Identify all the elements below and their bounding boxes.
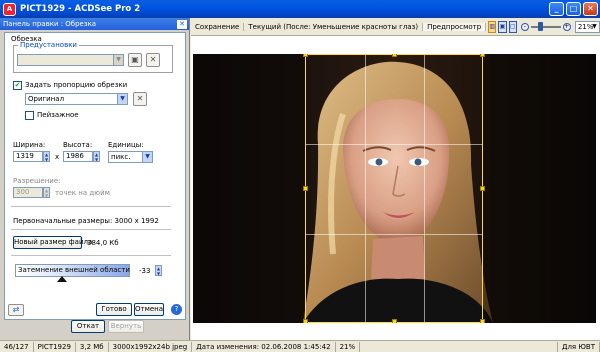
darken-label: Затемнение внешней области: [18, 266, 130, 274]
status-bar: 46/127 PICT1929 3,2 Мб 3000x1992x24b jpe…: [0, 340, 600, 352]
height-input[interactable]: 1986: [63, 151, 93, 162]
grid-line: [306, 144, 482, 145]
chevron-down-icon: ▼: [117, 94, 127, 104]
status-profile: Для ЮВТ: [558, 341, 600, 352]
maximize-button[interactable]: □: [566, 2, 581, 16]
chevron-down-icon: ▼: [592, 22, 597, 30]
width-input[interactable]: 1319: [13, 151, 43, 162]
units-select-value: пикс.: [111, 153, 131, 161]
status-filename: PICT1929: [34, 341, 76, 352]
divider: [11, 229, 171, 230]
grid-line: [424, 55, 425, 322]
split-view-icon[interactable]: ▥: [488, 20, 497, 33]
crop-rectangle[interactable]: [305, 54, 483, 323]
resolution-input[interactable]: 300: [13, 187, 43, 198]
status-modified: Дата изменения: 02.06.2008 1:45:42: [192, 341, 336, 352]
status-zoom: 21%: [336, 341, 361, 352]
height-label: Высота:: [63, 141, 93, 149]
fit-view-icon[interactable]: ▣: [498, 20, 507, 33]
image-canvas[interactable]: [191, 36, 600, 340]
zoom-slider[interactable]: - +: [520, 21, 571, 31]
redo-button[interactable]: Вернуть: [108, 320, 144, 333]
darken-slider[interactable]: Затемнение внешней области: [15, 264, 130, 277]
tab-saved[interactable]: Сохранение: [191, 22, 245, 31]
units-label: Единицы:: [108, 141, 144, 149]
actual-size-icon[interactable]: ▢: [508, 20, 517, 33]
darken-value: -33: [139, 267, 151, 275]
resolution-label: Разрешение:: [13, 177, 61, 185]
minimize-button[interactable]: _: [549, 2, 564, 16]
crop-handle-left[interactable]: [303, 186, 308, 191]
zoom-out-icon[interactable]: -: [520, 22, 529, 31]
ratio-checkbox[interactable]: ✔: [13, 81, 22, 90]
divider: [11, 255, 171, 256]
crop-dim-right: [483, 54, 596, 323]
done-button[interactable]: Готово: [96, 303, 132, 316]
ratio-select-value: Оригинал: [28, 95, 65, 103]
tab-preview[interactable]: Предпросмотр: [423, 22, 487, 31]
crop-handle-top[interactable]: [392, 54, 397, 57]
crop-handle-bottom-right[interactable]: [480, 319, 485, 323]
width-spinner[interactable]: ▲ ▼: [43, 151, 50, 162]
status-index: 46/127: [0, 341, 34, 352]
grid-line: [365, 55, 366, 322]
status-dimensions: 3000x1992x24b jpeg: [109, 341, 193, 352]
darken-slider-knob[interactable]: [57, 276, 67, 282]
close-button[interactable]: ✕: [583, 2, 598, 16]
resolution-suffix: точек на дюйм: [55, 189, 110, 197]
chevron-down-icon: ▼: [142, 152, 152, 162]
status-filesize: 3,2 Мб: [76, 341, 109, 352]
units-select[interactable]: пикс. ▼: [108, 151, 153, 163]
cancel-button[interactable]: Отмена: [134, 303, 164, 316]
zoom-in-icon[interactable]: +: [562, 22, 571, 31]
undo-button[interactable]: Откат: [71, 320, 105, 333]
crop-handle-top-left[interactable]: [303, 54, 308, 57]
ratio-checkbox-label: Задать пропорцию обрезки: [25, 81, 128, 89]
darken-spinner[interactable]: ▲ ▼: [155, 265, 162, 276]
ratio-reset-button[interactable]: ✕: [133, 92, 147, 106]
zoom-knob[interactable]: [537, 21, 543, 31]
grid-line: [306, 234, 482, 235]
panel-close-icon[interactable]: ✕: [177, 19, 187, 29]
landscape-checkbox[interactable]: [25, 111, 34, 120]
zoom-select[interactable]: 21% ▼: [574, 20, 600, 33]
photo: [193, 54, 596, 323]
crop-handle-right[interactable]: [480, 186, 485, 191]
delete-preset-button[interactable]: ✕: [146, 53, 160, 67]
save-preset-button[interactable]: ▣: [128, 53, 142, 67]
crop-handle-bottom-left[interactable]: [303, 319, 308, 323]
new-file-size-button[interactable]: Новый размер файла: [13, 236, 92, 249]
presets-group: Предустановки ▼ ▣ ✕: [13, 41, 173, 73]
original-size-text: Первоначальные размеры: 3000 x 1992: [13, 217, 159, 225]
edit-panel: Панель правки : Обрезка ✕ Обрезка Предус…: [0, 18, 190, 340]
app-icon: A: [3, 2, 16, 16]
new-file-size-value: 384,0 Кб: [87, 239, 119, 247]
height-spinner[interactable]: ▲ ▼: [93, 151, 100, 162]
title-bar: A PICT1929 - ACDSee Pro 2 _ □ ✕: [0, 0, 600, 18]
viewer-toolbar: Сохранение Текущий (После: Уменьшение кр…: [191, 18, 600, 36]
presets-legend: Предустановки: [18, 41, 79, 49]
divider: [11, 206, 171, 207]
ratio-select[interactable]: Оригинал ▼: [25, 93, 128, 105]
crop-dim-left: [193, 54, 305, 323]
presets-select[interactable]: ▼: [17, 54, 124, 66]
crop-handle-bottom[interactable]: [392, 319, 397, 323]
zoom-track[interactable]: [530, 21, 561, 31]
tab-current[interactable]: Текущий (После: Уменьшение красноты глаз…: [244, 22, 424, 31]
panel-title: Панель правки : Обрезка: [3, 20, 97, 28]
crop-handle-top-right[interactable]: [480, 54, 485, 57]
times-sign: x: [55, 153, 60, 161]
landscape-label: Пейзажное: [37, 111, 79, 119]
help-icon[interactable]: ?: [171, 304, 182, 315]
chevron-down-icon: ▼: [113, 55, 123, 65]
crop-panel-body: Обрезка Предустановки ▼ ▣ ✕ ✔ Задать про…: [4, 32, 186, 320]
window-title: PICT1929 - ACDSee Pro 2: [20, 4, 141, 14]
resolution-spinner[interactable]: ▲ ▼: [43, 187, 50, 198]
width-label: Ширина:: [13, 141, 46, 149]
panel-header: Панель правки : Обрезка ✕: [0, 18, 189, 30]
status-spacer: [360, 341, 558, 352]
panel-options-icon[interactable]: ⇄: [8, 304, 24, 316]
